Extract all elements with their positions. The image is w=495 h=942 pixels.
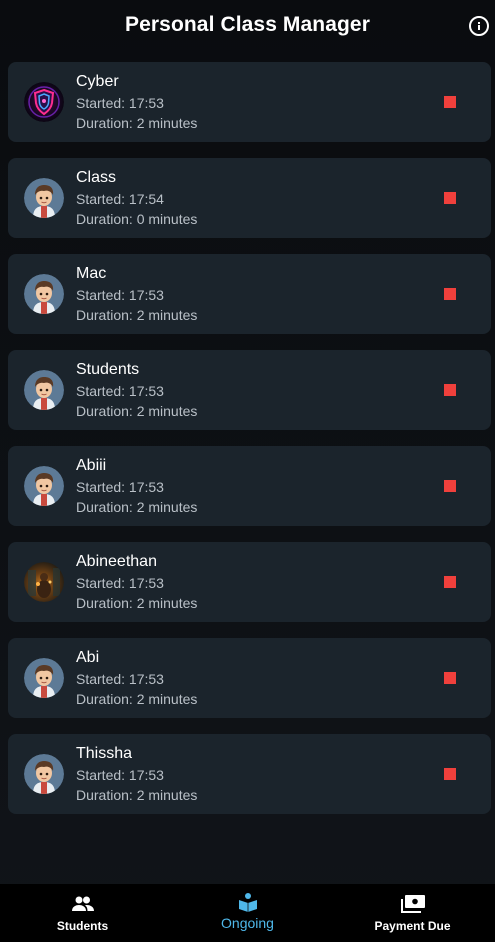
class-duration: Duration: 2 minutes [76, 595, 198, 611]
info-icon [478, 22, 480, 30]
class-started: Started: 17:53 [76, 575, 164, 591]
class-info: Abi Started: 17:53 Duration: 2 minutes [76, 648, 197, 709]
stop-icon [444, 96, 456, 108]
class-card[interactable]: Class Started: 17:54 Duration: 0 minutes [8, 158, 491, 238]
nav-ongoing-label: Ongoing [221, 915, 274, 931]
class-info: Thissha Started: 17:53 Duration: 2 minut… [76, 744, 197, 805]
people-icon [71, 894, 95, 914]
class-name: Students [76, 361, 140, 378]
boy-avatar [24, 466, 64, 506]
class-name: Class [76, 169, 117, 186]
class-card[interactable]: Thissha Started: 17:53 Duration: 2 minut… [8, 734, 491, 814]
class-name: Abiii [76, 457, 107, 474]
shield-avatar [24, 82, 64, 122]
class-duration: Duration: 2 minutes [76, 403, 198, 419]
class-info: Abineethan Started: 17:53 Duration: 2 mi… [76, 552, 197, 613]
stop-icon [444, 672, 456, 684]
boy-avatar [24, 658, 64, 698]
class-name: Abineethan [76, 553, 157, 570]
nav-ongoing[interactable]: Ongoing [165, 884, 330, 942]
stop-class-button[interactable] [439, 91, 461, 113]
class-started: Started: 17:53 [76, 479, 164, 495]
class-duration: Duration: 2 minutes [76, 115, 198, 131]
boy-avatar [24, 370, 64, 410]
class-name: Abi [76, 649, 100, 666]
info-button[interactable] [469, 16, 489, 36]
page-title: Personal Class Manager [125, 13, 370, 36]
class-card[interactable]: Abineethan Started: 17:53 Duration: 2 mi… [8, 542, 491, 622]
stop-class-button[interactable] [439, 763, 461, 785]
class-duration: Duration: 2 minutes [76, 307, 198, 323]
class-started: Started: 17:53 [76, 383, 164, 399]
class-info: Cyber Started: 17:53 Duration: 2 minutes [76, 72, 197, 133]
stop-icon [444, 576, 456, 588]
ongoing-class-list: Cyber Started: 17:53 Duration: 2 minutes [8, 62, 491, 830]
stop-class-button[interactable] [439, 379, 461, 401]
boy-avatar [24, 274, 64, 314]
stop-class-button[interactable] [439, 283, 461, 305]
class-info: Students Started: 17:53 Duration: 2 minu… [76, 360, 197, 421]
nav-payment-due-label: Payment Due [374, 919, 451, 933]
reading-book-icon [238, 892, 258, 912]
stop-class-button[interactable] [439, 667, 461, 689]
class-card[interactable]: Abiii Started: 17:53 Duration: 2 minutes [8, 446, 491, 526]
class-name: Cyber [76, 73, 119, 90]
nav-students-label: Students [56, 919, 109, 933]
class-duration: Duration: 2 minutes [76, 499, 198, 515]
app-screen: Personal Class Manager Cyber Started: 17… [0, 0, 495, 942]
class-duration: Duration: 0 minutes [76, 211, 198, 227]
class-card[interactable]: Mac Started: 17:53 Duration: 2 minutes [8, 254, 491, 334]
stop-class-button[interactable] [439, 187, 461, 209]
boy-avatar [24, 754, 64, 794]
class-card[interactable]: Cyber Started: 17:53 Duration: 2 minutes [8, 62, 491, 142]
class-duration: Duration: 2 minutes [76, 787, 198, 803]
payments-icon [400, 894, 425, 914]
stop-icon [444, 768, 456, 780]
stop-icon [444, 288, 456, 300]
app-header: Personal Class Manager [0, 0, 495, 54]
boy-avatar [24, 178, 64, 218]
photo-avatar [24, 562, 64, 602]
class-name: Thissha [76, 745, 133, 762]
class-info: Abiii Started: 17:53 Duration: 2 minutes [76, 456, 197, 517]
class-card[interactable]: Students Started: 17:53 Duration: 2 minu… [8, 350, 491, 430]
class-started: Started: 17:53 [76, 95, 164, 111]
stop-icon [444, 192, 456, 204]
nav-students[interactable]: Students [0, 884, 165, 942]
class-info: Class Started: 17:54 Duration: 0 minutes [76, 168, 197, 229]
stop-class-button[interactable] [439, 571, 461, 593]
class-started: Started: 17:53 [76, 767, 164, 783]
class-duration: Duration: 2 minutes [76, 691, 198, 707]
class-name: Mac [76, 265, 107, 282]
class-info: Mac Started: 17:53 Duration: 2 minutes [76, 264, 197, 325]
bottom-navigation: Students Ongoing Payment Due [0, 884, 495, 942]
stop-icon [444, 480, 456, 492]
stop-icon [444, 384, 456, 396]
class-started: Started: 17:53 [76, 671, 164, 687]
class-started: Started: 17:54 [76, 191, 164, 207]
stop-class-button[interactable] [439, 475, 461, 497]
class-card[interactable]: Abi Started: 17:53 Duration: 2 minutes [8, 638, 491, 718]
class-started: Started: 17:53 [76, 287, 164, 303]
nav-payment-due[interactable]: Payment Due [330, 884, 495, 942]
